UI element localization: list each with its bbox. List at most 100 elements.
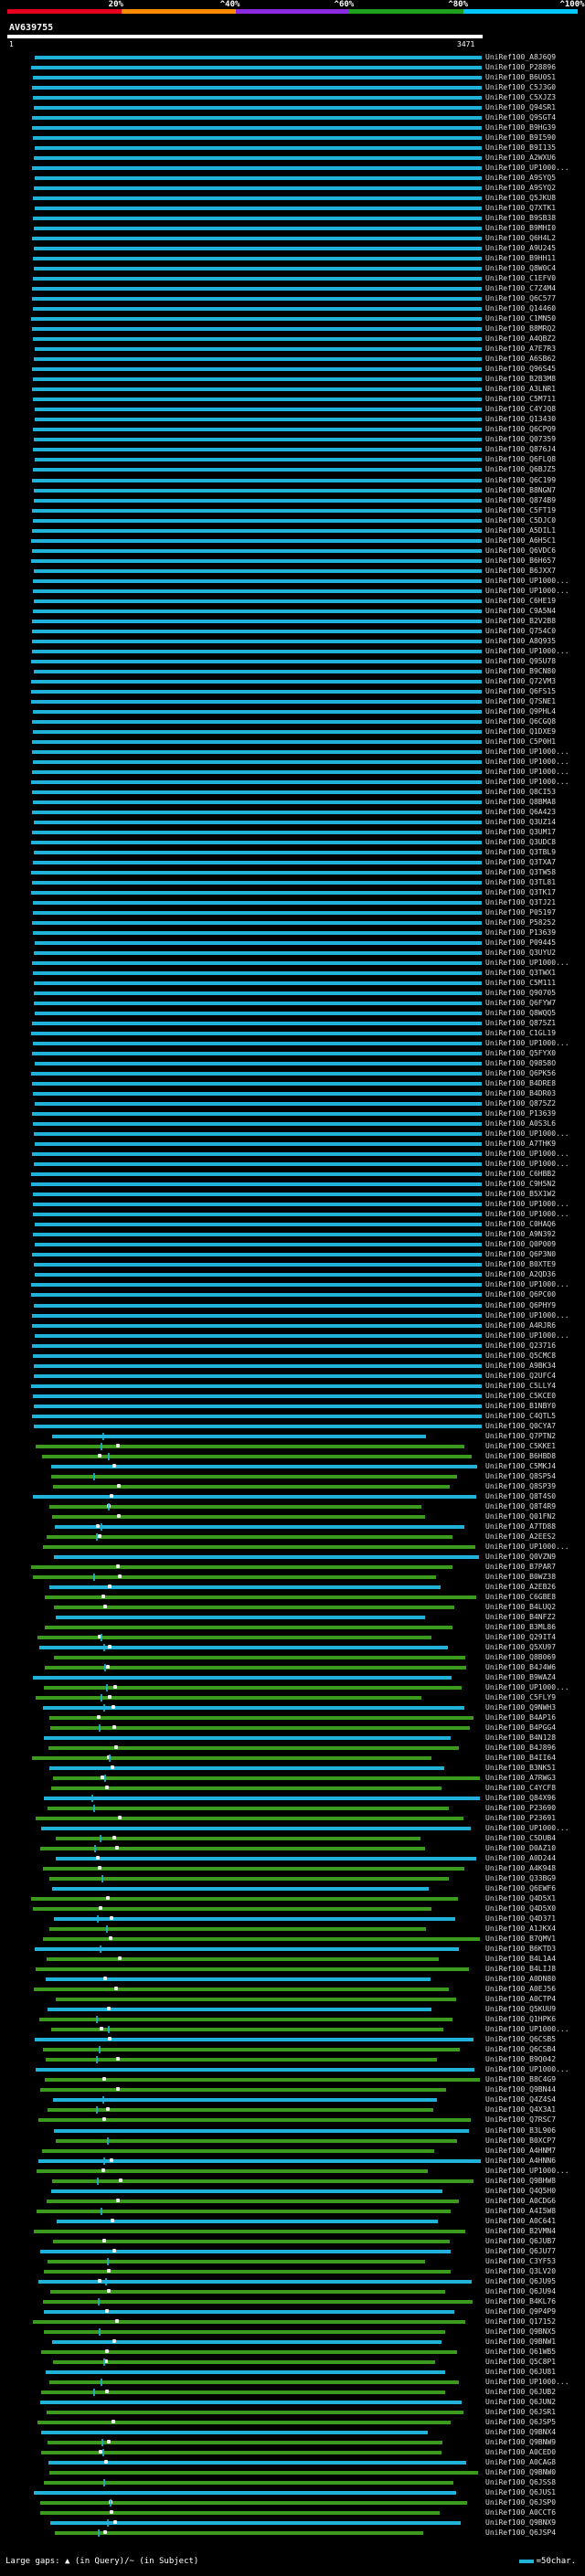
- hit-label[interactable]: UniRef100_Q84X96: [485, 1794, 584, 1803]
- hit-row[interactable]: UniRef100_B6JXX7: [0, 567, 585, 576]
- hit-row[interactable]: UniRef100_Q9P4P9: [0, 2307, 585, 2316]
- hit-label[interactable]: UniRef100_Q6JU95: [485, 2277, 584, 2286]
- hit-label[interactable]: UniRef100_Q3TBL9: [485, 848, 584, 857]
- hit-row[interactable]: UniRef100_Q8T4S0: [0, 1492, 585, 1501]
- hit-row[interactable]: UniRef100_Q9BNX5: [0, 2327, 585, 2337]
- hit-label[interactable]: UniRef100_Q7XTK1: [485, 204, 584, 213]
- hit-row[interactable]: UniRef100_P13639: [0, 928, 585, 938]
- hit-label[interactable]: UniRef100_B4II64: [485, 1754, 584, 1763]
- hit-row[interactable]: UniRef100_Q6CPQ9: [0, 425, 585, 434]
- hit-label[interactable]: UniRef100_Q9BN44: [485, 2085, 584, 2094]
- hit-label[interactable]: UniRef100_B7PAR7: [485, 1563, 584, 1572]
- hit-row[interactable]: UniRef100_Q6JSP0: [0, 2498, 585, 2507]
- hit-row[interactable]: UniRef100_Q3TK17: [0, 888, 585, 897]
- hit-row[interactable]: UniRef100_Q7XTK1: [0, 204, 585, 213]
- hit-label[interactable]: UniRef100_Q3UYU2: [485, 949, 584, 958]
- hit-label[interactable]: UniRef100_C9A5N4: [485, 607, 584, 616]
- hit-label[interactable]: UniRef100_Q9PHL4: [485, 707, 584, 716]
- hit-label[interactable]: UniRef100_C4YJQ8: [485, 405, 584, 414]
- hit-label[interactable]: UniRef100_A0CED0: [485, 2448, 584, 2457]
- hit-row[interactable]: UniRef100_Q96S45: [0, 365, 585, 374]
- hit-row[interactable]: UniRef100_B1NBY0: [0, 1402, 585, 1411]
- hit-row[interactable]: UniRef100_UP1000...: [0, 1280, 585, 1289]
- hit-row[interactable]: UniRef100_P23690: [0, 1804, 585, 1813]
- hit-row[interactable]: UniRef100_P09445: [0, 938, 585, 948]
- hit-label[interactable]: UniRef100_Q3UM17: [485, 828, 584, 837]
- hit-row[interactable]: UniRef100_Q4X3A1: [0, 2105, 585, 2115]
- hit-label[interactable]: UniRef100_A7E7R3: [485, 345, 584, 354]
- hit-label[interactable]: UniRef100_A0S3L6: [485, 1119, 584, 1129]
- hit-row[interactable]: UniRef100_A0CED0: [0, 2448, 585, 2457]
- hit-label[interactable]: UniRef100_A8Q935: [485, 637, 584, 646]
- hit-row[interactable]: UniRef100_Q8BMA8: [0, 798, 585, 807]
- hit-label[interactable]: UniRef100_Q8CI53: [485, 788, 584, 797]
- hit-row[interactable]: UniRef100_Q17152: [0, 2317, 585, 2327]
- hit-label[interactable]: UniRef100_Q6FLQ8: [485, 455, 584, 464]
- hit-label[interactable]: UniRef100_Q6CSB5: [485, 2035, 584, 2044]
- hit-row[interactable]: UniRef100_A0D244: [0, 1854, 585, 1863]
- hit-label[interactable]: UniRef100_UP1000...: [485, 1824, 584, 1833]
- hit-label[interactable]: UniRef100_B9WAZ4: [485, 1673, 584, 1682]
- hit-label[interactable]: UniRef100_UP1000...: [485, 758, 584, 767]
- hit-label[interactable]: UniRef100_B4KL76: [485, 2297, 584, 2306]
- hit-label[interactable]: UniRef100_P13639: [485, 1109, 584, 1118]
- hit-row[interactable]: UniRef100_UP1000...: [0, 1331, 585, 1341]
- hit-row[interactable]: UniRef100_Q6JU81: [0, 2368, 585, 2377]
- hit-label[interactable]: UniRef100_Q8SP39: [485, 1482, 584, 1491]
- hit-row[interactable]: UniRef100_A7THK9: [0, 1140, 585, 1149]
- hit-label[interactable]: UniRef100_Q6JSS8: [485, 2478, 584, 2487]
- hit-row[interactable]: UniRef100_B4AP16: [0, 1713, 585, 1723]
- hit-label[interactable]: UniRef100_Q8B069: [485, 1653, 584, 1662]
- hit-row[interactable]: UniRef100_B2VMN4: [0, 2227, 585, 2236]
- hit-label[interactable]: UniRef100_C5FLY9: [485, 1693, 584, 1702]
- hit-label[interactable]: UniRef100_A9U245: [485, 244, 584, 253]
- hit-label[interactable]: UniRef100_Q9SGT4: [485, 113, 584, 122]
- hit-label[interactable]: UniRef100_A5DIL1: [485, 526, 584, 535]
- hit-row[interactable]: UniRef100_C6HE19: [0, 597, 585, 606]
- hit-row[interactable]: UniRef100_B9Q042: [0, 2055, 585, 2064]
- hit-label[interactable]: UniRef100_B4AP16: [485, 1713, 584, 1723]
- hit-row[interactable]: UniRef100_Q5C8P1: [0, 2358, 585, 2367]
- hit-label[interactable]: UniRef100_B3NK51: [485, 1764, 584, 1773]
- hit-row[interactable]: UniRef100_Q9BNX9: [0, 2518, 585, 2528]
- hit-row[interactable]: UniRef100_B8C4G9: [0, 2075, 585, 2084]
- hit-label[interactable]: UniRef100_B6KTD3: [485, 1945, 584, 1954]
- hit-label[interactable]: UniRef100_Q6JSP0: [485, 2498, 584, 2507]
- hit-label[interactable]: UniRef100_UP1000...: [485, 2025, 584, 2034]
- hit-row[interactable]: UniRef100_B4II64: [0, 1754, 585, 1763]
- hit-label[interactable]: UniRef100_Q6CSB4: [485, 2045, 584, 2054]
- hit-row[interactable]: UniRef100_C6HBB2: [0, 1170, 585, 1179]
- hit-row[interactable]: UniRef100_UP1000...: [0, 2378, 585, 2387]
- hit-row[interactable]: UniRef100_B6H657: [0, 557, 585, 566]
- hit-row[interactable]: UniRef100_Q875Z2: [0, 1099, 585, 1108]
- hit-label[interactable]: UniRef100_A0CAG8: [485, 2458, 584, 2467]
- hit-label[interactable]: UniRef100_A8J6Q9: [485, 53, 584, 62]
- hit-label[interactable]: UniRef100_Q13430: [485, 415, 584, 424]
- hit-label[interactable]: UniRef100_A7THK9: [485, 1140, 584, 1149]
- hit-row[interactable]: UniRef100_Q6JSP5: [0, 2418, 585, 2427]
- hit-label[interactable]: UniRef100_Q9BNW1: [485, 2337, 584, 2347]
- hit-row[interactable]: UniRef100_Q6FLQ8: [0, 455, 585, 464]
- hit-label[interactable]: UniRef100_Q4Z4S4: [485, 2095, 584, 2104]
- hit-label[interactable]: UniRef100_A4HNM7: [485, 2147, 584, 2156]
- hit-row[interactable]: UniRef100_Q7PTN2: [0, 1432, 585, 1441]
- hit-row[interactable]: UniRef100_A0CTP4: [0, 1995, 585, 2004]
- hit-label[interactable]: UniRef100_Q23716: [485, 1341, 584, 1351]
- hit-row[interactable]: UniRef100_A4K948: [0, 1864, 585, 1873]
- hit-row[interactable]: UniRef100_B9MHI0: [0, 224, 585, 233]
- hit-row[interactable]: UniRef100_C5DUB4: [0, 1834, 585, 1843]
- hit-row[interactable]: UniRef100_B4LUQ2: [0, 1603, 585, 1612]
- hit-label[interactable]: UniRef100_Q6P3N0: [485, 1250, 584, 1259]
- hit-label[interactable]: UniRef100_P05197: [485, 908, 584, 917]
- hit-row[interactable]: UniRef100_UP1000...: [0, 1542, 585, 1552]
- hit-row[interactable]: UniRef100_Q9BNW1: [0, 2337, 585, 2347]
- hit-label[interactable]: UniRef100_Q876J4: [485, 445, 584, 454]
- hit-label[interactable]: UniRef100_Q6JUN2: [485, 2398, 584, 2407]
- hit-label[interactable]: UniRef100_Q3TK17: [485, 888, 584, 897]
- hit-label[interactable]: UniRef100_B6H657: [485, 557, 584, 566]
- hit-row[interactable]: UniRef100_UP1000...: [0, 1824, 585, 1833]
- hit-row[interactable]: UniRef100_B4J896: [0, 1744, 585, 1753]
- hit-row[interactable]: UniRef100_Q9PHL4: [0, 707, 585, 716]
- hit-label[interactable]: UniRef100_P28896: [485, 63, 584, 72]
- hit-row[interactable]: UniRef100_C5XJZ3: [0, 93, 585, 102]
